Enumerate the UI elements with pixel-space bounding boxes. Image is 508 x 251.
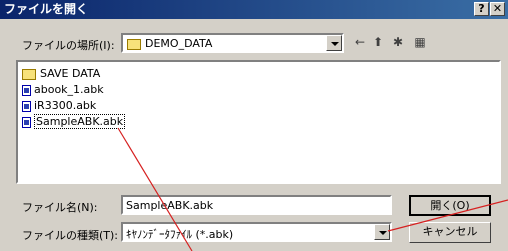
folder-icon — [127, 38, 141, 50]
cancel-button[interactable]: キャンセル — [409, 222, 491, 243]
location-label: ファイルの場所(I): — [22, 39, 115, 52]
filetype-label: ファイルの種類(T): — [22, 229, 119, 242]
file-list[interactable]: SAVE DATA abook_1.abk iR3300.abk SampleA… — [16, 60, 501, 184]
list-item[interactable]: SampleABK.abk — [22, 114, 126, 129]
location-combo[interactable]: DEMO_DATA — [121, 33, 344, 53]
list-item-label: SampleABK.abk — [34, 114, 126, 129]
filename-input[interactable]: SampleABK.abk — [121, 195, 392, 215]
new-folder-icon[interactable]: ✱ — [390, 34, 406, 50]
list-item-label: iR3300.abk — [34, 99, 97, 112]
location-value: DEMO_DATA — [145, 37, 213, 50]
file-icon — [22, 116, 31, 128]
filetype-select[interactable]: ｷﾔﾉﾝﾃﾞｰﾀﾌｧｲﾙ (*.abk) — [121, 222, 392, 242]
open-button[interactable]: 開く(O) — [409, 195, 491, 216]
list-item[interactable]: SAVE DATA — [22, 66, 100, 81]
filename-label: ファイル名(N): — [22, 201, 98, 214]
close-button[interactable]: ✕ — [490, 2, 505, 16]
filename-value: SampleABK.abk — [126, 199, 214, 212]
filetype-value: ｷﾔﾉﾝﾃﾞｰﾀﾌｧｲﾙ (*.abk) — [126, 228, 234, 241]
view-menu-icon[interactable]: ▦ — [410, 34, 430, 50]
window-title: ファイルを開く — [4, 2, 89, 16]
help-button[interactable]: ? — [474, 2, 489, 16]
up-folder-icon[interactable]: ⬆ — [370, 34, 386, 50]
chevron-down-icon[interactable] — [374, 224, 390, 240]
open-file-dialog: ファイルを開く ? ✕ ファイルの場所(I): DEMO_DATA ← ⬆ ✱ … — [0, 0, 508, 251]
chevron-down-icon[interactable] — [326, 35, 342, 51]
file-icon — [22, 84, 31, 96]
back-arrow-icon[interactable]: ← — [352, 34, 368, 50]
title-bar[interactable]: ファイルを開く ? ✕ — [0, 0, 508, 19]
list-item-label: SAVE DATA — [40, 67, 101, 80]
file-icon — [22, 100, 31, 112]
list-item[interactable]: iR3300.abk — [22, 98, 96, 113]
folder-icon — [22, 68, 36, 80]
list-item-label: abook_1.abk — [34, 83, 104, 96]
list-item[interactable]: abook_1.abk — [22, 82, 104, 97]
